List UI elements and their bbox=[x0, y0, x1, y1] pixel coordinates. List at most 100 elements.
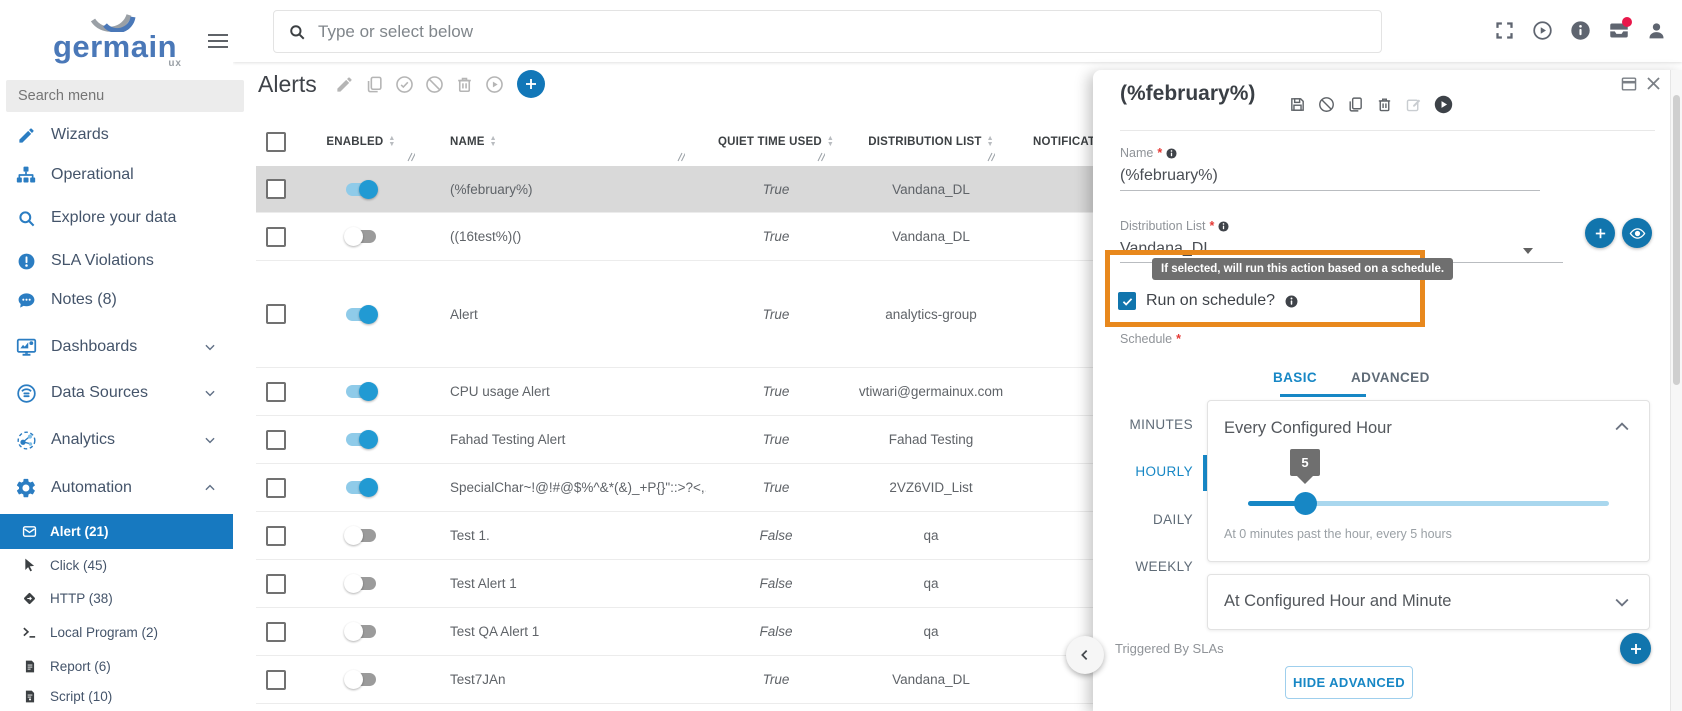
ban-icon[interactable] bbox=[425, 75, 444, 94]
play-circle-icon[interactable] bbox=[1532, 20, 1553, 41]
sidebar-item-sla-violations[interactable]: SLA Violations bbox=[0, 243, 233, 279]
trash-icon[interactable] bbox=[455, 75, 474, 94]
popout-window-icon[interactable] bbox=[1620, 76, 1638, 92]
trash-icon[interactable] bbox=[1376, 96, 1393, 113]
enabled-toggle[interactable] bbox=[346, 308, 376, 321]
row-checkbox[interactable] bbox=[266, 622, 286, 642]
sidebar-item-dashboards[interactable]: Dashboards bbox=[0, 329, 233, 365]
info-icon[interactable] bbox=[1570, 20, 1591, 41]
sidebar-item-notes[interactable]: Notes (8) bbox=[0, 282, 233, 318]
table-row[interactable]: CPU usage Alert True vtiwari@germainux.c… bbox=[256, 367, 1156, 415]
tab-daily[interactable]: DAILY bbox=[1103, 512, 1193, 527]
sort-icon[interactable]: ▲▼ bbox=[388, 136, 395, 148]
enabled-toggle[interactable] bbox=[346, 529, 376, 542]
tab-advanced[interactable]: ADVANCED bbox=[1351, 370, 1430, 385]
chevron-up-icon[interactable] bbox=[1612, 417, 1632, 437]
enabled-toggle[interactable] bbox=[346, 673, 376, 686]
save-icon[interactable] bbox=[1289, 96, 1306, 113]
global-search[interactable] bbox=[273, 10, 1382, 53]
row-checkbox[interactable] bbox=[266, 526, 286, 546]
sort-icon[interactable]: ▲▼ bbox=[490, 136, 497, 148]
panel-scrollbar[interactable] bbox=[1670, 70, 1682, 711]
enabled-toggle[interactable] bbox=[346, 230, 376, 243]
column-resize-handle[interactable] bbox=[406, 152, 415, 162]
run-on-schedule-checkbox[interactable] bbox=[1118, 292, 1136, 310]
enabled-toggle[interactable] bbox=[346, 385, 376, 398]
table-row[interactable]: Test Alert 1 False qa bbox=[256, 559, 1156, 607]
copy-icon[interactable] bbox=[1347, 96, 1364, 113]
row-checkbox[interactable] bbox=[266, 227, 286, 247]
run-icon[interactable] bbox=[485, 75, 504, 94]
table-row[interactable]: (%february%) True Vandana_DL bbox=[256, 166, 1156, 212]
hide-advanced-button[interactable]: HIDE ADVANCED bbox=[1285, 666, 1413, 699]
edit-icon[interactable] bbox=[1405, 96, 1422, 113]
column-header-enabled[interactable]: ENABLED bbox=[326, 136, 383, 148]
row-checkbox[interactable] bbox=[266, 304, 286, 324]
enabled-toggle[interactable] bbox=[346, 433, 376, 446]
table-row[interactable]: Test 1. False qa bbox=[256, 511, 1156, 559]
global-search-input[interactable] bbox=[316, 21, 1381, 43]
row-checkbox[interactable] bbox=[266, 382, 286, 402]
table-row[interactable]: SpecialChar~!@!#@$%^&*(&)_+P{}"::>?<,.;.… bbox=[256, 463, 1156, 511]
menu-icon[interactable] bbox=[208, 30, 228, 52]
close-icon[interactable] bbox=[1644, 74, 1663, 93]
row-checkbox[interactable] bbox=[266, 574, 286, 594]
run-icon[interactable] bbox=[1434, 95, 1453, 114]
sidebar-item-local-program[interactable]: Local Program (2) bbox=[0, 615, 233, 649]
tab-weekly[interactable]: WEEKLY bbox=[1103, 559, 1193, 574]
table-row[interactable]: Fahad Testing Alert True Fahad Testing bbox=[256, 415, 1156, 463]
name-field-value[interactable]: (%february%) bbox=[1120, 167, 1218, 185]
row-checkbox[interactable] bbox=[266, 179, 286, 199]
add-alert-button[interactable] bbox=[517, 70, 545, 98]
dropdown-caret-icon[interactable] bbox=[1523, 248, 1533, 254]
sidebar-item-wizards[interactable]: Wizards bbox=[0, 117, 233, 153]
scrollbar-thumb[interactable] bbox=[1673, 95, 1680, 385]
column-resize-handle[interactable] bbox=[816, 152, 825, 162]
slider-handle[interactable] bbox=[1294, 492, 1317, 515]
sidebar-item-operational[interactable]: Operational bbox=[0, 157, 233, 193]
enabled-toggle[interactable] bbox=[346, 481, 376, 494]
info-icon[interactable] bbox=[1285, 295, 1298, 308]
column-header-distribution[interactable]: DISTRIBUTION LIST bbox=[868, 136, 981, 148]
column-resize-handle[interactable] bbox=[676, 152, 685, 162]
view-distribution-button[interactable] bbox=[1622, 218, 1652, 248]
user-icon[interactable] bbox=[1646, 20, 1667, 41]
sidebar-item-report[interactable]: Report (6) bbox=[0, 649, 233, 683]
sidebar-item-alert[interactable]: Alert (21) bbox=[0, 514, 233, 549]
sidebar-item-click[interactable]: Click (45) bbox=[0, 548, 233, 582]
sidebar-item-script[interactable]: Script (10) bbox=[0, 679, 233, 711]
sidebar-item-analytics[interactable]: Analytics bbox=[0, 422, 233, 458]
enabled-toggle[interactable] bbox=[346, 577, 376, 590]
tab-hourly[interactable]: HOURLY bbox=[1103, 464, 1193, 479]
row-checkbox[interactable] bbox=[266, 430, 286, 450]
enabled-toggle[interactable] bbox=[346, 183, 376, 196]
select-all-checkbox[interactable] bbox=[266, 132, 286, 152]
ban-icon[interactable] bbox=[1318, 96, 1335, 113]
add-distribution-button[interactable] bbox=[1585, 218, 1615, 248]
check-circle-icon[interactable] bbox=[395, 75, 414, 94]
enabled-toggle[interactable] bbox=[346, 625, 376, 638]
copy-icon[interactable] bbox=[365, 75, 384, 94]
sidebar-search-input[interactable] bbox=[6, 80, 244, 112]
inbox-icon[interactable] bbox=[1608, 20, 1629, 41]
info-icon[interactable] bbox=[1166, 148, 1177, 159]
column-resize-handle[interactable] bbox=[986, 152, 995, 162]
sidebar-item-explore[interactable]: Explore your data bbox=[0, 200, 233, 236]
edit-icon[interactable] bbox=[335, 75, 354, 94]
fullscreen-icon[interactable] bbox=[1494, 20, 1515, 41]
table-row[interactable]: Alert True analytics-group bbox=[256, 260, 1156, 367]
column-header-name[interactable]: NAME bbox=[450, 136, 485, 148]
table-row[interactable]: ((16test%)() True Vandana_DL bbox=[256, 212, 1156, 260]
tab-basic[interactable]: BASIC bbox=[1273, 370, 1317, 385]
sidebar-item-automation[interactable]: Automation bbox=[0, 470, 233, 506]
collapse-panel-button[interactable] bbox=[1066, 636, 1104, 674]
info-icon[interactable] bbox=[1218, 221, 1229, 232]
sidebar-item-http[interactable]: HTTP (38) bbox=[0, 581, 233, 615]
sort-icon[interactable]: ▲▼ bbox=[827, 136, 834, 148]
column-header-notification[interactable]: NOTIFICATI bbox=[1033, 136, 1099, 148]
table-row[interactable]: Test QA Alert 1 False qa bbox=[256, 607, 1156, 655]
table-row[interactable] bbox=[256, 703, 1156, 711]
row-checkbox[interactable] bbox=[266, 670, 286, 690]
sort-icon[interactable]: ▲▼ bbox=[987, 136, 994, 148]
row-checkbox[interactable] bbox=[266, 478, 286, 498]
